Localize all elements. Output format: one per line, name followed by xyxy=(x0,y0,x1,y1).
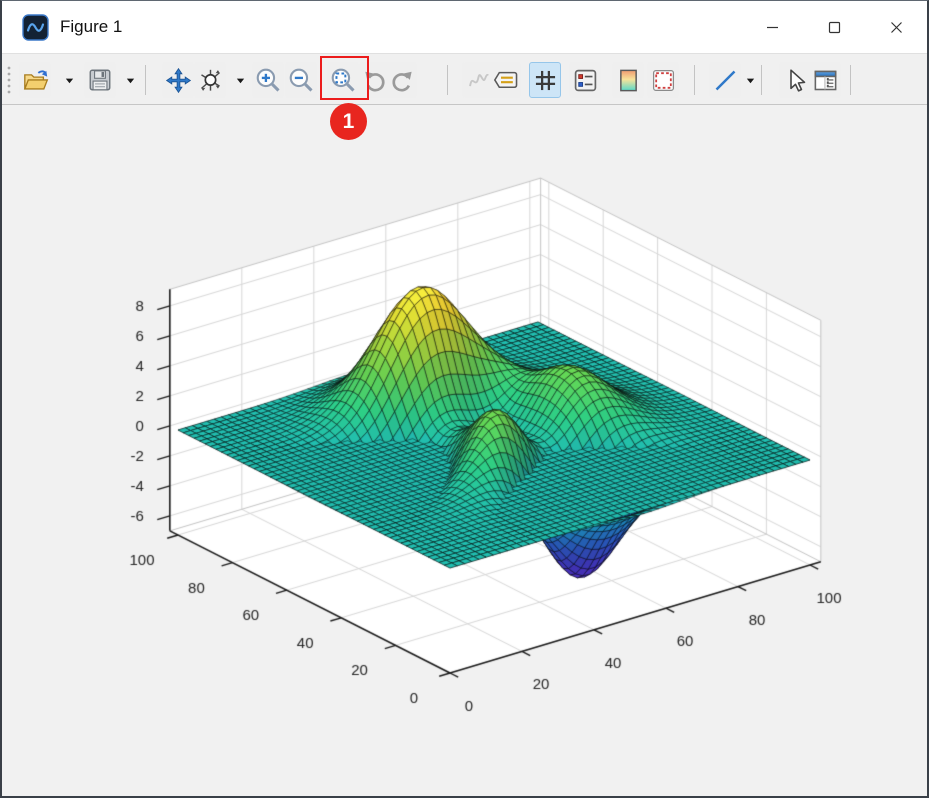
minimize-button[interactable] xyxy=(741,1,803,53)
title-bar[interactable]: Figure 1 xyxy=(2,1,927,53)
redo-arrow-icon xyxy=(388,67,415,94)
pan-arrows-icon xyxy=(165,67,192,94)
window-title: Figure 1 xyxy=(60,17,123,36)
zoom-fit-button[interactable] xyxy=(327,62,359,98)
open-figure-button[interactable] xyxy=(19,62,51,98)
separator-1 xyxy=(145,65,146,95)
separator-3 xyxy=(694,65,695,95)
grid-hash-icon xyxy=(532,67,559,94)
properties-panel-button[interactable] xyxy=(809,62,841,98)
annotation-step-badge: 1 xyxy=(330,103,367,140)
figure-toolbar xyxy=(2,53,927,105)
callout-note-icon xyxy=(492,67,519,94)
caret-down-icon xyxy=(745,75,756,86)
open-figure-dropdown[interactable] xyxy=(62,62,76,98)
colormap-button[interactable] xyxy=(612,62,644,98)
draw-line-button[interactable] xyxy=(709,62,741,98)
window-controls xyxy=(741,1,927,53)
figure-window: Figure 1 1 xyxy=(0,0,929,798)
zoom-out-icon xyxy=(287,66,315,94)
save-figure-button[interactable] xyxy=(84,62,116,98)
maximize-icon xyxy=(828,21,840,33)
redo-button[interactable] xyxy=(385,62,417,98)
curve-squiggle-icon xyxy=(465,67,492,94)
draw-line-dropdown[interactable] xyxy=(743,62,757,98)
axes-legend-icon xyxy=(572,67,599,94)
zoom-in-button[interactable] xyxy=(252,62,284,98)
rotate-3d-button[interactable] xyxy=(194,62,226,98)
separator-4 xyxy=(761,65,762,95)
open-folder-icon xyxy=(22,67,49,94)
maximize-button[interactable] xyxy=(803,1,865,53)
save-figure-dropdown[interactable] xyxy=(123,62,137,98)
colormap-gradient-icon xyxy=(615,67,642,94)
zoom-fit-icon xyxy=(329,66,357,94)
toolbar-grip[interactable] xyxy=(6,64,14,96)
separator-2 xyxy=(447,65,448,95)
close-icon xyxy=(890,21,902,33)
pointer-arrow-icon xyxy=(782,67,809,94)
separator-5 xyxy=(850,65,851,95)
axes-properties-button[interactable] xyxy=(569,62,601,98)
zoom-in-icon xyxy=(254,66,282,94)
caret-down-icon xyxy=(125,75,136,86)
canvas-size-button[interactable] xyxy=(647,62,679,98)
annotation-button[interactable] xyxy=(489,62,521,98)
rotate-3d-dropdown[interactable] xyxy=(233,62,247,98)
scilab-app-icon xyxy=(22,13,49,41)
plot-area xyxy=(2,105,927,796)
grid-toggle-button[interactable] xyxy=(529,62,561,98)
zoom-out-button[interactable] xyxy=(285,62,317,98)
rotate-3d-icon xyxy=(197,67,224,94)
caret-down-icon xyxy=(235,75,246,86)
select-pointer-button[interactable] xyxy=(779,62,811,98)
figure-canvas[interactable] xyxy=(2,105,927,796)
minimize-icon xyxy=(766,26,778,28)
caret-down-icon xyxy=(64,75,75,86)
properties-window-icon xyxy=(812,67,839,94)
close-button[interactable] xyxy=(865,1,927,53)
save-floppy-icon xyxy=(87,67,113,93)
line-tool-icon xyxy=(712,67,739,94)
pan-button[interactable] xyxy=(162,62,194,98)
dashed-selection-icon xyxy=(650,67,677,94)
